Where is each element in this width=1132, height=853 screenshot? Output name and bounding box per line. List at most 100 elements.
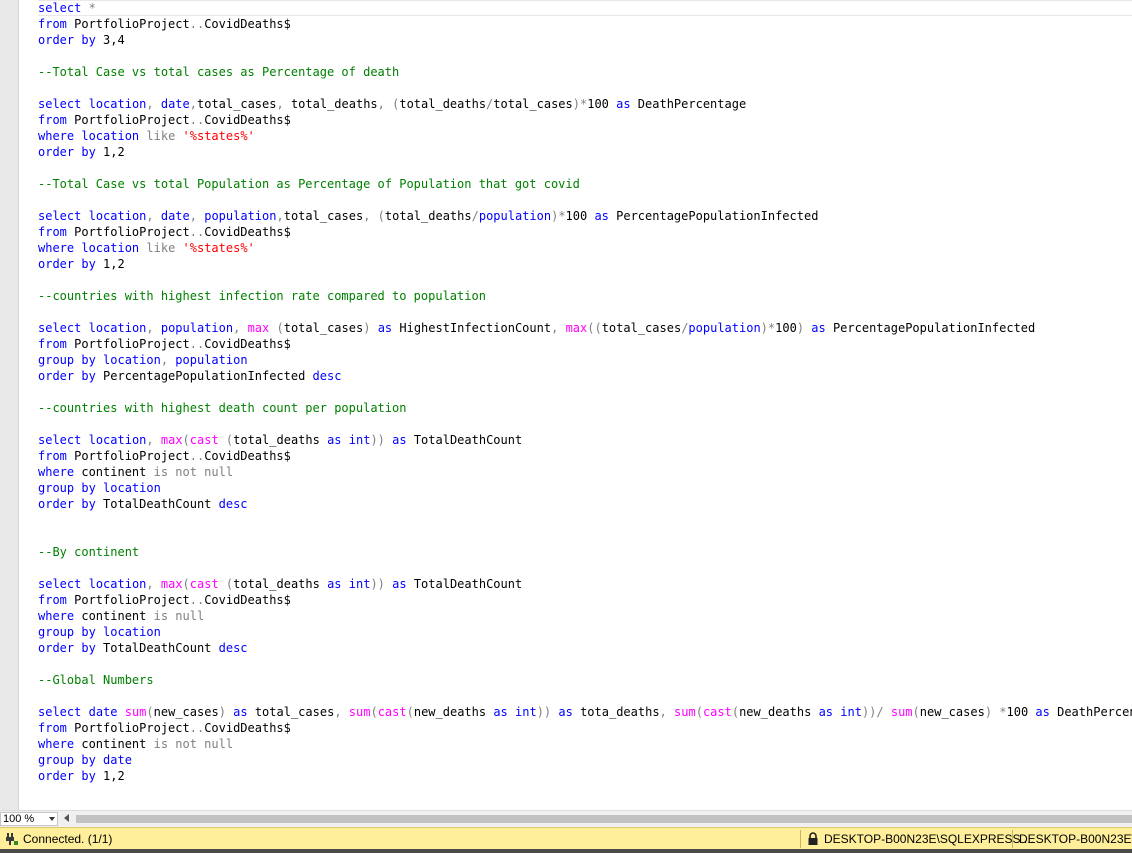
code-line[interactable]: --countries with highest death count per… (38, 400, 1132, 416)
code-token: --By continent (38, 545, 140, 559)
code-line[interactable] (38, 160, 1132, 176)
code-line[interactable]: where continent is not null (38, 464, 1132, 480)
user-name: DESKTOP-B00N23E\H (1019, 832, 1132, 846)
code-area[interactable]: select * from PortfolioProject..CovidDeat… (38, 0, 1132, 810)
code-line[interactable]: where location like '%states%' (38, 240, 1132, 256)
code-line[interactable]: order by 1,2 (38, 768, 1132, 784)
code-line[interactable]: --Global Numbers (38, 672, 1132, 688)
code-line[interactable] (38, 272, 1132, 288)
code-line[interactable]: from PortfolioProject..CovidDeaths$ (38, 16, 1132, 32)
code-token: cast (377, 705, 407, 719)
code-line[interactable] (38, 80, 1132, 96)
code-token: date (103, 753, 132, 767)
code-line[interactable]: select location, population, max (total_… (38, 320, 1132, 336)
code-line[interactable] (38, 384, 1132, 400)
code-token: select (38, 705, 82, 719)
code-line[interactable] (38, 656, 1132, 672)
code-token: is not null (153, 737, 234, 751)
code-line[interactable]: order by TotalDeathCount desc (38, 496, 1132, 512)
code-token: location (88, 209, 147, 223)
code-line[interactable] (38, 688, 1132, 704)
code-line[interactable] (38, 416, 1132, 432)
code-line[interactable]: --By continent (38, 544, 1132, 560)
code-line[interactable] (38, 560, 1132, 576)
connection-status: Connected. (1/1) (23, 832, 113, 846)
code-token: , (146, 321, 154, 335)
scrollbar-thumb[interactable] (76, 815, 1132, 823)
code-line[interactable]: select location, date,total_cases, total… (38, 96, 1132, 112)
code-token: location (88, 433, 147, 447)
code-token: is not null (153, 465, 234, 479)
code-token: continent (74, 609, 154, 623)
code-line[interactable]: select date sum(new_cases) as total_case… (38, 704, 1132, 720)
code-line[interactable] (38, 304, 1132, 320)
code-token: HighestInfectionCount (392, 321, 552, 335)
status-divider (800, 830, 801, 848)
code-token: DeathPercentage (1057, 705, 1132, 719)
code-line[interactable] (38, 192, 1132, 208)
code-token: as (392, 577, 407, 591)
code-token: .. (189, 17, 205, 31)
code-token: location (103, 625, 161, 639)
code-token: (( (587, 321, 602, 335)
code-line[interactable]: from PortfolioProject..CovidDeaths$ (38, 336, 1132, 352)
query-editor[interactable]: select * from PortfolioProject..CovidDeat… (0, 0, 1132, 810)
code-token: location (88, 577, 147, 591)
code-line[interactable] (38, 528, 1132, 544)
code-token: PercentagePopulationInfected (825, 321, 1036, 335)
code-token: , (189, 97, 197, 111)
code-line[interactable]: from PortfolioProject..CovidDeaths$ (38, 448, 1132, 464)
code-token: continent (74, 737, 154, 751)
scroll-left-arrow-icon[interactable] (64, 814, 69, 822)
code-token: population (688, 321, 761, 335)
code-token: from (38, 593, 67, 607)
code-line[interactable]: order by TotalDeathCount desc (38, 640, 1132, 656)
code-line[interactable]: from PortfolioProject..CovidDeaths$ (38, 720, 1132, 736)
code-token: CovidDeaths$ (204, 113, 291, 127)
code-line[interactable] (38, 48, 1132, 64)
code-line[interactable]: group by location (38, 624, 1132, 640)
code-line[interactable]: group by location (38, 480, 1132, 496)
code-line[interactable]: from PortfolioProject..CovidDeaths$ (38, 592, 1132, 608)
code-line[interactable]: --countries with highest infection rate … (38, 288, 1132, 304)
code-line[interactable]: select location, max(cast (total_deaths … (38, 576, 1132, 592)
zoom-dropdown[interactable]: 100 % (0, 812, 58, 826)
code-line[interactable] (38, 512, 1132, 528)
code-line[interactable]: group by date (38, 752, 1132, 768)
code-token: tota_deaths (572, 705, 660, 719)
code-line[interactable]: where location like '%states%' (38, 128, 1132, 144)
code-token: )* (572, 97, 588, 111)
code-token: location (103, 353, 161, 367)
code-line[interactable]: --Total Case vs total Population as Perc… (38, 176, 1132, 192)
code-line[interactable]: from PortfolioProject..CovidDeaths$ (38, 112, 1132, 128)
code-line[interactable]: from PortfolioProject..CovidDeaths$ (38, 224, 1132, 240)
code-line[interactable]: select * (38, 0, 1132, 16)
code-line[interactable]: order by 1,2 (38, 256, 1132, 272)
code-line[interactable]: order by 1,2 (38, 144, 1132, 160)
code-token: from (38, 449, 67, 463)
code-token: .. (189, 337, 205, 351)
code-line[interactable]: where continent is null (38, 608, 1132, 624)
code-line[interactable]: --Total Case vs total cases as Percentag… (38, 64, 1132, 80)
code-line[interactable]: where continent is not null (38, 736, 1132, 752)
code-token: where (38, 129, 75, 143)
code-line[interactable]: select location, date, population,total_… (38, 208, 1132, 224)
code-token: total_deaths (399, 97, 487, 111)
code-token: date (160, 209, 190, 223)
code-line[interactable]: order by 3,4 (38, 32, 1132, 48)
code-token: , (146, 577, 154, 591)
code-token: like (146, 129, 176, 143)
code-token: group by (38, 753, 96, 767)
code-token: as (1035, 705, 1050, 719)
code-line[interactable]: order by PercentagePopulationInfected de… (38, 368, 1132, 384)
code-line[interactable]: select location, max(cast (total_deaths … (38, 432, 1132, 448)
horizontal-scrollbar[interactable]: 100 % (0, 810, 1132, 827)
code-line[interactable]: group by location, population (38, 352, 1132, 368)
